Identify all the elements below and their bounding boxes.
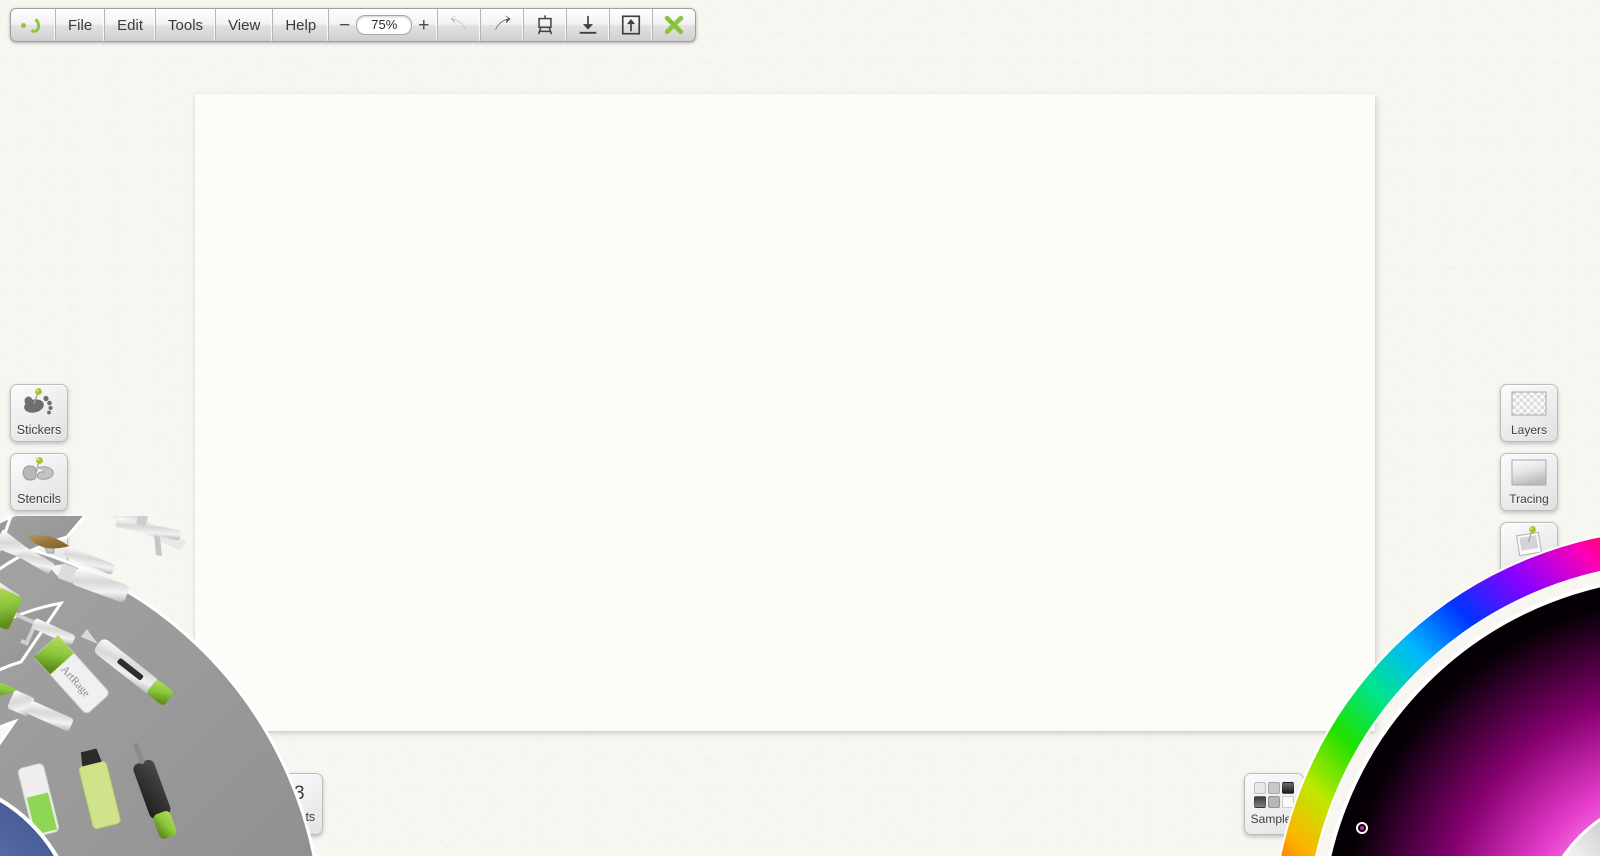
metallic-label: Metallic 0% <box>1571 824 1600 856</box>
panel-tracing-label: Tracing <box>1509 492 1549 506</box>
menu-file-label: File <box>68 16 93 34</box>
color-marker-dot <box>1360 826 1364 830</box>
painting-canvas[interactable] <box>195 94 1375 731</box>
menu-view-label: View <box>228 16 261 34</box>
import-button[interactable] <box>567 9 611 41</box>
metallic-ring[interactable] <box>1538 794 1600 856</box>
menu-edit-label: Edit <box>117 16 144 34</box>
presets-label: Presets <box>272 809 316 824</box>
zoom-out-button[interactable]: − <box>339 16 350 35</box>
swatch[interactable] <box>1254 796 1266 808</box>
zoom-controls: − 75% + <box>329 9 439 41</box>
panel-refs-label: Refs <box>1516 561 1542 575</box>
gradient-sheet-icon <box>1509 457 1549 489</box>
current-color-swatch[interactable] <box>1587 843 1600 856</box>
menu-help[interactable]: Help <box>273 9 330 41</box>
zoom-level-input[interactable]: 75% <box>356 15 413 35</box>
tool-icon-fill-bucket <box>12 844 41 856</box>
artrage-logo-icon <box>20 15 46 35</box>
panel-stickers-label: Stickers <box>16 422 62 437</box>
easel-button[interactable] <box>524 9 568 41</box>
swatch[interactable] <box>1282 796 1294 808</box>
close-button[interactable] <box>653 9 696 41</box>
tool-icon-gloop-pen <box>133 742 177 839</box>
swatch[interactable] <box>1268 782 1280 794</box>
main-toolbar: File Edit Tools View Help − 75% + <box>10 8 697 42</box>
menu-file[interactable]: File <box>56 9 106 41</box>
swatch[interactable] <box>1282 782 1294 794</box>
artrage-logo-button[interactable] <box>11 9 56 41</box>
panel-refs[interactable]: Refs <box>1500 522 1558 580</box>
color-marker[interactable] <box>1356 822 1368 834</box>
export-icon <box>622 15 641 35</box>
tool-icon-paint-tube: ArtRage <box>34 635 109 714</box>
tool-icon-eyedropper <box>0 843 2 856</box>
panel-stencils-label: Stencils <box>17 491 61 506</box>
panel-settings-label: Settings <box>16 560 62 575</box>
panel-layers-label: Layers <box>1510 423 1548 437</box>
color-swatch-grid <box>1254 782 1294 808</box>
panel-settings[interactable]: Settings <box>10 522 68 580</box>
tool-icon-sticker-spray <box>78 748 121 830</box>
zoom-in-button[interactable]: + <box>418 16 429 35</box>
undo-button[interactable] <box>438 9 482 41</box>
presets-count: 13 <box>283 783 305 805</box>
samples-button[interactable]: Samples <box>1244 773 1304 835</box>
redo-button[interactable] <box>481 9 525 41</box>
svg-text:ArtRage: ArtRage <box>58 664 92 700</box>
stencil-shape-icon <box>19 457 59 489</box>
panel-layers[interactable]: Layers <box>1500 384 1558 442</box>
export-button[interactable] <box>610 9 654 41</box>
menu-view[interactable]: View <box>216 9 274 41</box>
tool-icon-paint-roller <box>0 586 75 646</box>
checkerboard-layer-icon <box>1509 388 1549 420</box>
panel-tracing[interactable]: Tracing <box>1500 453 1558 511</box>
tool-icon-glitter-tube <box>17 763 59 837</box>
menu-help-label: Help <box>285 16 317 34</box>
menu-tools-label: Tools <box>168 16 204 34</box>
brush-size-gauge[interactable] <box>0 778 78 856</box>
panel-stencils[interactable]: Stencils <box>10 453 68 511</box>
footprint-sticker-icon <box>19 388 59 420</box>
redo-icon <box>495 15 512 30</box>
panel-stickers[interactable]: Stickers <box>10 384 68 442</box>
undo-icon <box>450 15 467 30</box>
tool-icon-palette-knife <box>85 516 186 551</box>
presets-button[interactable]: 13 Presets <box>265 773 323 835</box>
tool-icon-ink-pen <box>80 628 173 705</box>
menu-tools[interactable]: Tools <box>156 9 217 41</box>
import-icon <box>580 15 597 34</box>
pinned-photo-icon <box>1509 526 1549 558</box>
tool-icon-oil-brush <box>0 681 74 731</box>
gauge-arc-icon <box>19 526 59 558</box>
tool-icon-airbrush <box>115 516 182 557</box>
swatch[interactable] <box>1254 782 1266 794</box>
menu-edit[interactable]: Edit <box>105 9 157 41</box>
easel-icon <box>538 15 553 35</box>
samples-label: Samples <box>1250 812 1298 826</box>
close-icon <box>665 15 684 35</box>
swatch[interactable] <box>1268 796 1280 808</box>
